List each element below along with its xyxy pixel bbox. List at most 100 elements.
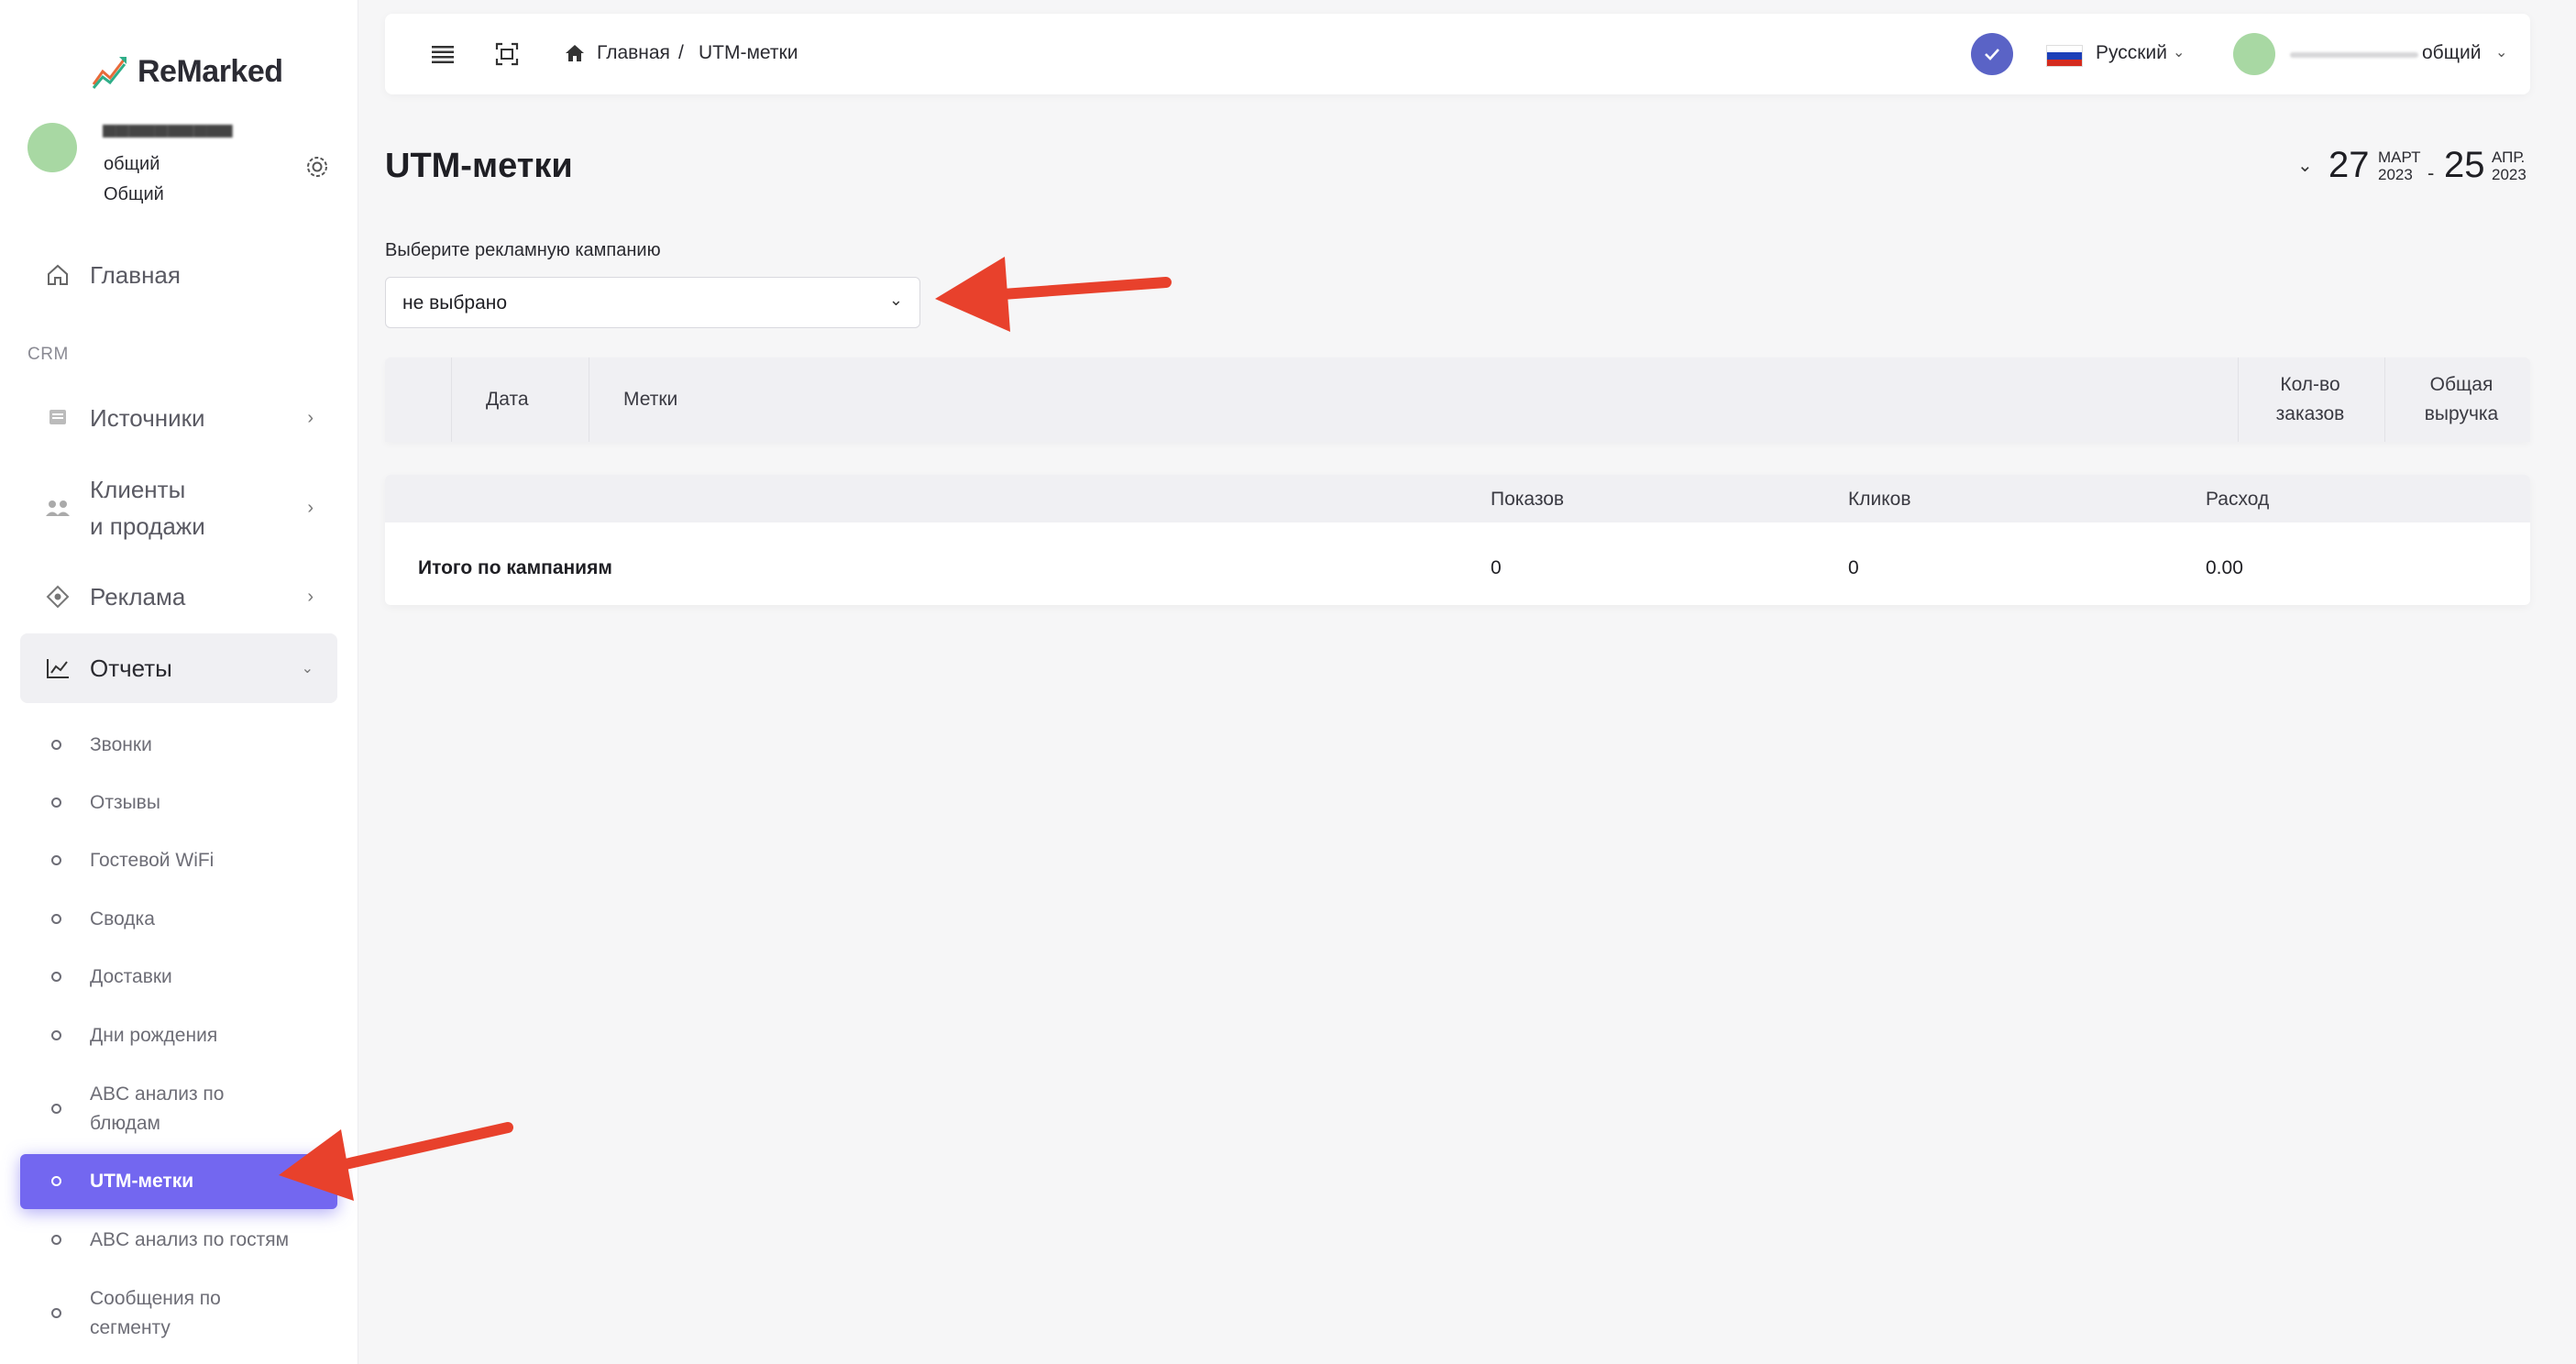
nav-sub-label: Сообщения по сегменту [90,1284,221,1343]
logo-chart-icon [92,57,127,89]
circle-bullet-icon [51,1104,61,1114]
chevron-right-icon: › [307,497,314,518]
verified-check-icon[interactable] [1971,33,2013,75]
totals-impressions: 0 [1491,557,1502,578]
top-bar: Главная / UTM-метки Русский ⌄ общий ⌄ [385,14,2530,94]
date-to-month-year[interactable]: АПР. 2023 [2492,148,2526,183]
date-range-chevron-icon[interactable]: ⌄ [2297,154,2313,177]
column-divider [451,358,452,442]
chevron-right-icon: › [307,586,314,607]
nav-reports-label: Отчеты [90,654,172,682]
hamburger-menu-icon[interactable] [431,43,455,65]
nav-sub-abc-guests[interactable]: ABC анализ по гостям [20,1226,337,1255]
circle-bullet-icon [51,1030,61,1040]
column-divider [2238,358,2239,442]
annotation-arrows [279,257,1172,1201]
column-header-revenue[interactable]: Общая выручка [2393,370,2530,429]
date-from-day[interactable]: 27 [2328,145,2370,186]
sources-icon [44,404,72,432]
logo[interactable]: ReMarked [92,53,283,90]
nav-sub-segment-messages[interactable]: Сообщения по сегменту [20,1284,337,1343]
chevron-down-icon: ⌄ [301,661,314,676]
user-name-redacted: ██████████ [103,125,233,138]
nav-sub-label-line1: ABC анализ по [90,1084,225,1105]
totals-clicks: 0 [1848,557,1859,578]
circle-bullet-icon [51,855,61,865]
user-avatar-top[interactable] [2233,33,2275,75]
breadcrumb-separator: / [678,42,684,63]
nav-ads-label: Реклама [90,582,186,610]
nav-sub-calls[interactable]: Звонки [20,731,337,760]
russia-flag-icon[interactable] [2046,45,2083,67]
nav-sub-birthdays[interactable]: Дни рождения [20,1021,337,1050]
nav-sub-label-line2: блюдам [90,1113,160,1134]
nav-sources[interactable]: Источники › [20,400,337,436]
circle-bullet-icon [51,1235,61,1245]
totals-row-label: Итого по кампаниям [418,557,612,578]
nav-sub-summary[interactable]: Сводка [20,905,337,934]
user-avatar[interactable] [28,123,77,172]
annotation-arrow-select [935,257,1172,332]
date-separator: - [2427,161,2435,184]
chevron-down-icon[interactable]: ⌄ [2173,43,2185,61]
circle-bullet-icon [51,914,61,924]
nav-sub-deliveries[interactable]: Доставки [20,962,337,992]
nav-sub-label: Звонки [90,734,152,755]
breadcrumb-current: UTM-метки [699,42,798,63]
chevron-down-icon: ⌄ [888,291,903,309]
column-header-date[interactable]: Дата [486,389,529,411]
column-header-clicks: Кликов [1848,489,1911,510]
nav-reports[interactable]: Отчеты ⌄ [20,633,337,703]
date-to-year: 2023 [2492,166,2526,183]
users-icon [44,494,72,522]
nav-ads[interactable]: Реклама › [20,578,337,615]
nav-sub-abc-dishes[interactable]: ABC анализ по блюдам [20,1080,337,1138]
campaign-select[interactable]: не выбрано ⌄ [385,277,920,328]
column-header-orders[interactable]: Кол-во заказов [2246,370,2374,429]
nav-home[interactable]: Главная [20,257,337,293]
nav-sub-label: Сводка [90,908,155,930]
column-header-impressions: Показов [1491,489,1565,510]
date-from-month-year[interactable]: МАРТ 2023 [2378,148,2420,183]
column-header-orders-line2: заказов [2275,403,2345,424]
circle-bullet-icon [51,1176,61,1186]
line-chart-icon [44,654,72,682]
nav-sub-label: ABC анализ по блюдам [90,1080,224,1138]
date-from-month: МАРТ [2378,148,2421,166]
column-header-revenue-line2: выручка [2424,403,2499,424]
fullscreen-icon[interactable] [495,42,519,66]
settings-gear-icon[interactable] [304,154,330,180]
circle-bullet-icon [51,972,61,982]
home-icon[interactable] [565,43,585,63]
totals-spend: 0.00 [2206,557,2243,578]
nav-sub-reviews[interactable]: Отзывы [20,788,337,818]
nav-sub-label-line2: сегменту [90,1317,171,1338]
nav-sub-utm[interactable]: UTM-метки [20,1154,337,1209]
breadcrumb-home[interactable]: Главная [597,42,670,64]
column-header-tags[interactable]: Метки [623,389,677,411]
nav-sub-label: ABC анализ по гостям [90,1229,290,1250]
circle-bullet-icon [51,798,61,808]
utm-table: Дата Метки Кол-во заказов Общая выручка [385,358,2530,442]
nav-sub-guest-wifi[interactable]: Гостевой WiFi [20,846,337,875]
home-outline-icon [44,261,72,289]
campaign-select-label: Выберите рекламную кампанию [385,240,661,260]
nav-sub-label: Отзывы [90,792,160,813]
user-menu-role[interactable]: общий [2422,42,2481,64]
nav-sources-label: Источники [90,403,205,432]
nav-sub-label: UTM-метки [90,1171,194,1192]
circle-bullet-icon [51,1308,61,1318]
language-selector[interactable]: Русский [2096,42,2167,64]
date-to-day[interactable]: 25 [2444,145,2485,186]
date-from-year: 2023 [2378,166,2413,183]
column-header-spend: Расход [2206,489,2270,510]
campaign-totals-table: Показов Кликов Расход Итого по кампаниям… [385,475,2530,605]
chevron-down-icon[interactable]: ⌄ [2495,43,2507,61]
nav-clients-sales[interactable]: Клиенты и продажи › [20,471,337,544]
chevron-right-icon: › [307,407,314,428]
user-group: Общий [104,184,164,204]
nav-sub-label: Гостевой WiFi [90,850,215,871]
page-title: UTM-метки [385,147,573,185]
nav-clients-label-line2: и продажи [90,512,205,540]
nav-clients-label: Клиенты и продажи [90,471,205,544]
